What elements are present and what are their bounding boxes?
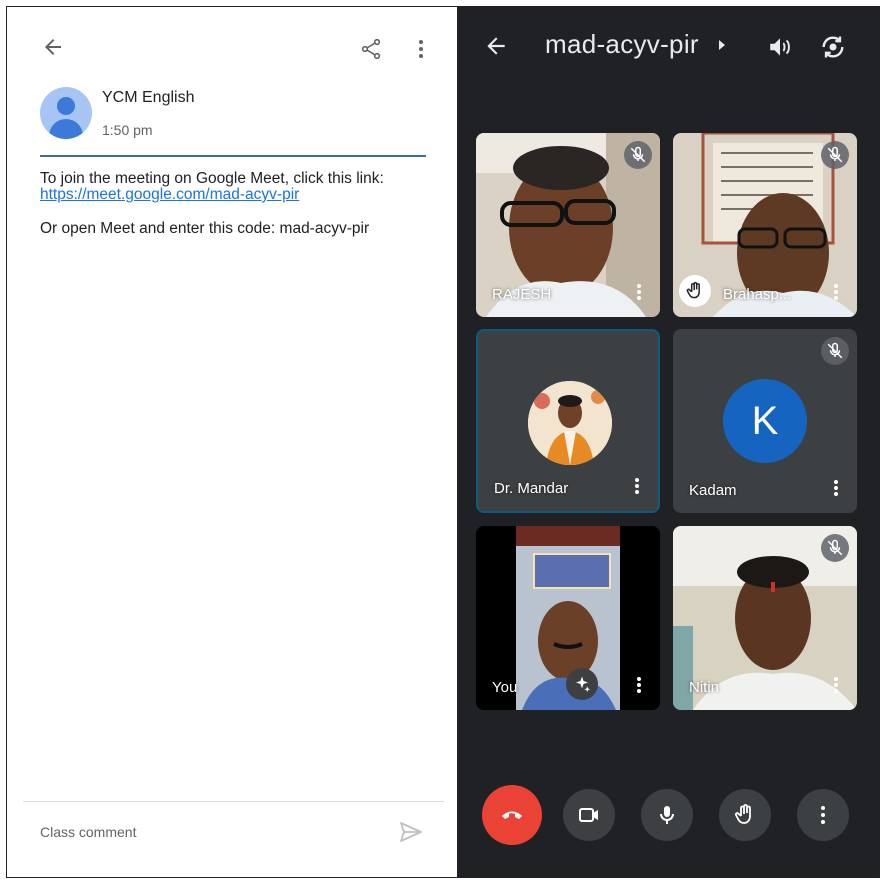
meet-code-text: Or open Meet and enter this code: mad-ac… bbox=[40, 220, 370, 237]
flip-camera-icon[interactable] bbox=[819, 33, 847, 61]
back-arrow-icon[interactable] bbox=[41, 35, 65, 59]
class-comment-input[interactable]: Class comment bbox=[40, 824, 136, 840]
more-vert-icon[interactable] bbox=[833, 676, 839, 694]
more-vert-icon[interactable] bbox=[833, 479, 839, 497]
mic-off-icon bbox=[624, 141, 652, 169]
participant-name: Brahasp... bbox=[723, 286, 792, 303]
chevron-right-icon[interactable] bbox=[719, 40, 725, 50]
classroom-post-panel: YCM English 1:50 pm To join the meeting … bbox=[7, 7, 453, 877]
speaker-icon[interactable] bbox=[767, 34, 793, 60]
post-message: To join the meeting on Google Meet, clic… bbox=[40, 171, 420, 237]
more-vert-icon[interactable] bbox=[833, 283, 839, 301]
mic-off-icon bbox=[821, 534, 849, 562]
participant-name: Kadam bbox=[689, 482, 737, 499]
post-author: YCM English bbox=[102, 89, 195, 106]
participant-name: Dr. Mandar bbox=[494, 480, 569, 497]
more-vert-icon[interactable] bbox=[411, 37, 431, 61]
participant-tile[interactable]: Brahasp... bbox=[673, 133, 857, 317]
more-vert-icon[interactable] bbox=[636, 283, 642, 301]
participant-tile[interactable]: Nitin bbox=[673, 526, 857, 710]
participant-tile[interactable]: RAJESH bbox=[476, 133, 660, 317]
send-icon[interactable] bbox=[399, 821, 423, 843]
back-arrow-icon[interactable] bbox=[483, 33, 509, 59]
camera-toggle-button[interactable] bbox=[563, 789, 615, 841]
share-icon[interactable] bbox=[359, 37, 383, 61]
end-call-button[interactable] bbox=[482, 785, 542, 845]
more-vert-icon[interactable] bbox=[634, 477, 640, 495]
participant-name: You bbox=[492, 679, 518, 696]
more-vert-icon[interactable] bbox=[636, 676, 642, 694]
participant-name: RAJESH bbox=[492, 286, 552, 303]
participant-tile[interactable]: Dr. Mandar bbox=[476, 329, 660, 513]
participant-avatar bbox=[528, 381, 612, 465]
participant-tile[interactable]: K Kadam bbox=[673, 329, 857, 513]
author-avatar bbox=[40, 87, 92, 139]
mic-off-icon bbox=[821, 337, 849, 365]
raised-hand-icon bbox=[679, 275, 711, 307]
comment-divider bbox=[23, 801, 444, 802]
more-options-button[interactable] bbox=[797, 789, 849, 841]
microphone-button[interactable] bbox=[641, 789, 693, 841]
raise-hand-button[interactable] bbox=[719, 789, 771, 841]
participant-name: Nitin bbox=[689, 679, 720, 696]
mic-off-icon bbox=[821, 141, 849, 169]
meet-link[interactable]: https://meet.google.com/mad-acyv-pir bbox=[40, 187, 420, 203]
participant-initial-avatar: K bbox=[723, 379, 807, 463]
visual-effects-icon[interactable] bbox=[566, 668, 598, 700]
post-time: 1:50 pm bbox=[102, 122, 153, 138]
self-view-tile[interactable]: You bbox=[476, 526, 660, 710]
divider bbox=[40, 155, 426, 157]
meeting-code-title[interactable]: mad-acyv-pir bbox=[545, 29, 699, 60]
meet-panel: mad-acyv-pir RAJESH Brahasp... Dr. Manda… bbox=[457, 7, 879, 877]
message-text: To join the meeting on Google Meet, clic… bbox=[40, 170, 384, 187]
